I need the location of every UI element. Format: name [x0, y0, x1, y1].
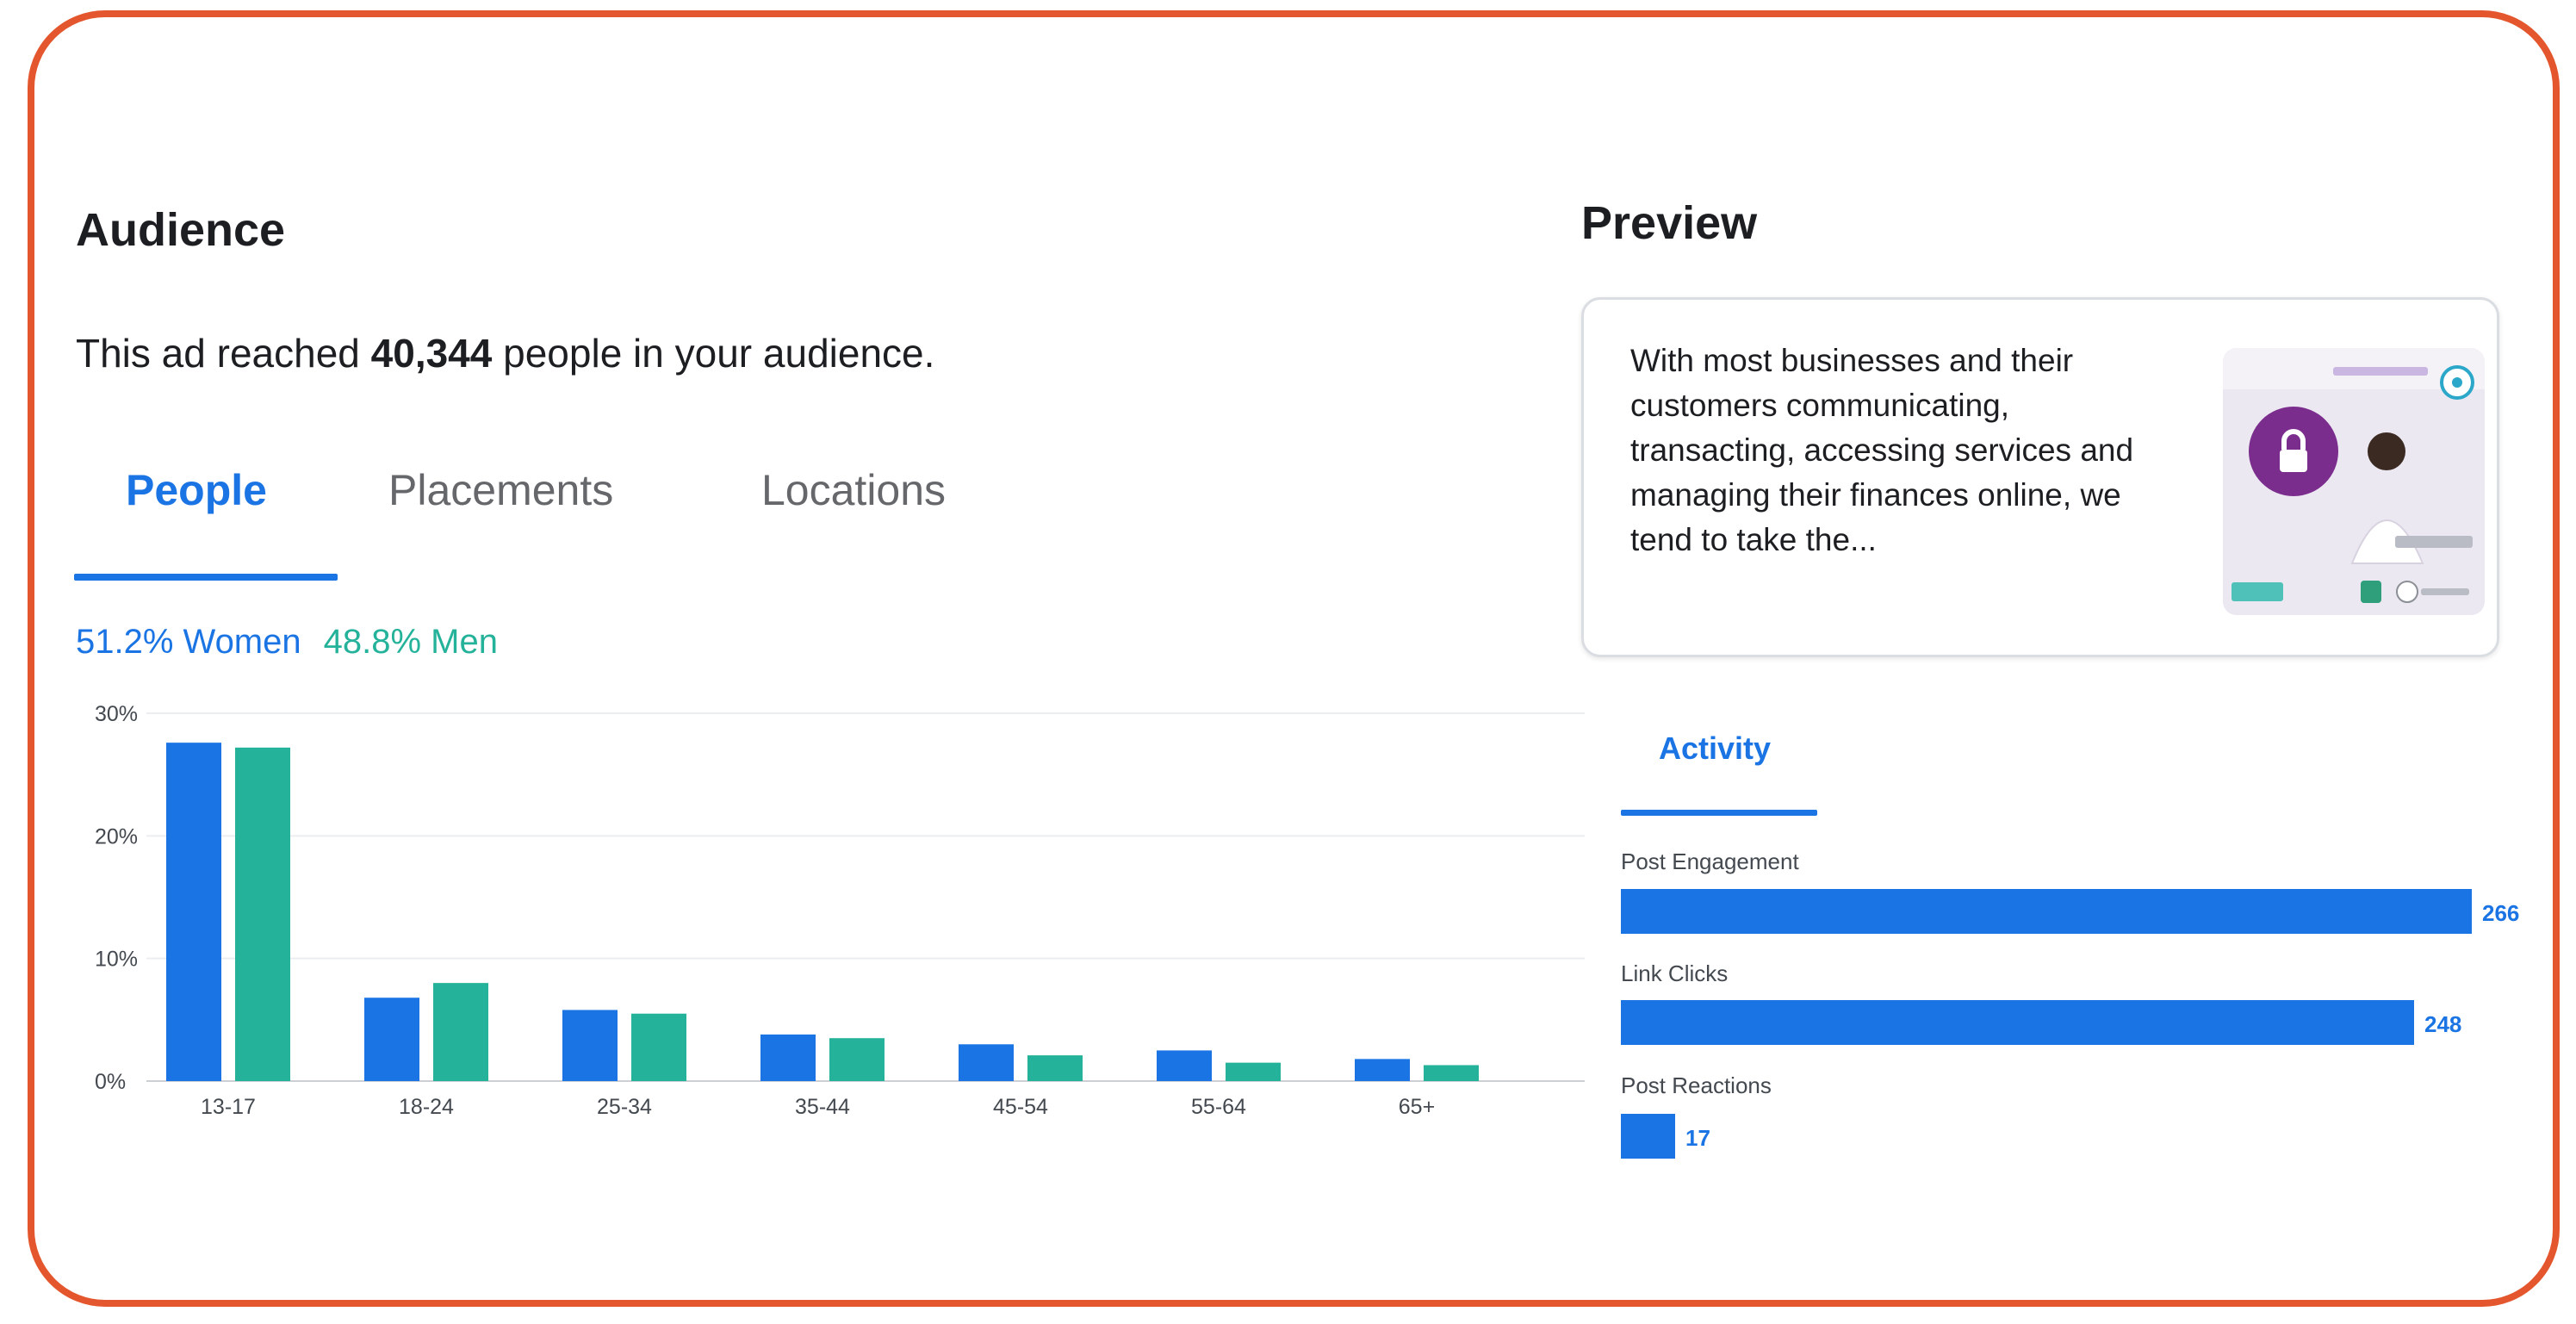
x-tick-label: 25-34	[597, 1095, 652, 1119]
age-gender-bar-chart: 0% 10% 20% 30% 13-17 18-24 25-34 35-44 45-54 55-6…	[95, 702, 1585, 1119]
bar-men-55-64[interactable]	[1226, 1062, 1281, 1081]
bar-women-45-54[interactable]	[959, 1044, 1014, 1081]
metric-value-link-clicks: 248	[2424, 1011, 2462, 1037]
bar-men-25-34[interactable]	[631, 1013, 686, 1081]
y-tick-label: 20%	[95, 824, 138, 848]
bar-women-13-17[interactable]	[166, 743, 221, 1081]
reach-count: 40,344	[370, 331, 493, 376]
gender-split: 51.2% Women 48.8% Men	[76, 623, 498, 662]
metric-label-post-reactions: Post Reactions	[1621, 1072, 1772, 1098]
men-share: 48.8% Men	[323, 623, 498, 661]
metric-bar-post-reactions	[1621, 1114, 1675, 1159]
bar-women-35-44[interactable]	[760, 1034, 816, 1081]
y-tick-label: 10%	[95, 948, 138, 972]
reach-suffix: people in your audience.	[492, 331, 935, 376]
x-tick-label: 13-17	[201, 1095, 256, 1119]
ad-thumbnail-image	[2223, 348, 2485, 615]
reach-prefix: This ad reached	[76, 331, 371, 376]
ad-preview-text: With most businesses and their customers…	[1630, 343, 2134, 557]
tab-placements[interactable]: Placements	[388, 465, 613, 515]
metric-label-post-engagement: Post Engagement	[1621, 848, 1799, 874]
women-share: 51.2% Women	[76, 623, 301, 661]
preview-title: Preview	[1581, 197, 1758, 249]
bar-men-65plus[interactable]	[1424, 1065, 1479, 1081]
bar-men-35-44[interactable]	[829, 1038, 885, 1081]
reach-summary: This ad reached 40,344 people in your au…	[76, 330, 934, 376]
bar-women-65plus[interactable]	[1355, 1059, 1410, 1081]
y-tick-label: 0%	[95, 1070, 126, 1094]
bar-women-55-64[interactable]	[1157, 1050, 1212, 1081]
bar-men-45-54[interactable]	[1027, 1055, 1083, 1081]
y-tick-label: 30%	[95, 702, 138, 726]
metric-label-link-clicks: Link Clicks	[1621, 960, 1729, 986]
x-tick-label: 65+	[1399, 1095, 1435, 1119]
tab-people[interactable]: People	[126, 465, 267, 515]
bar-men-18-24[interactable]	[433, 983, 488, 1081]
audience-title: Audience	[76, 204, 286, 256]
tab-activity[interactable]: Activity	[1659, 730, 1771, 767]
metric-bar-post-engagement	[1621, 889, 2472, 934]
bar-women-25-34[interactable]	[562, 1010, 618, 1081]
x-tick-label: 55-64	[1191, 1095, 1246, 1119]
metric-value-post-engagement: 266	[2482, 900, 2520, 926]
x-tick-label: 35-44	[795, 1095, 850, 1119]
bar-women-18-24[interactable]	[364, 998, 419, 1081]
tab-locations[interactable]: Locations	[761, 465, 946, 515]
tab-people-underline	[74, 574, 338, 581]
x-tick-label: 18-24	[399, 1095, 454, 1119]
bar-men-13-17[interactable]	[235, 747, 290, 1081]
metric-bar-link-clicks	[1621, 1000, 2414, 1045]
metric-value-post-reactions: 17	[1685, 1125, 1710, 1151]
tab-activity-underline	[1621, 810, 1817, 816]
ad-preview-card[interactable]: With most businesses and their customers…	[1581, 297, 2499, 657]
x-tick-label: 45-54	[993, 1095, 1048, 1119]
